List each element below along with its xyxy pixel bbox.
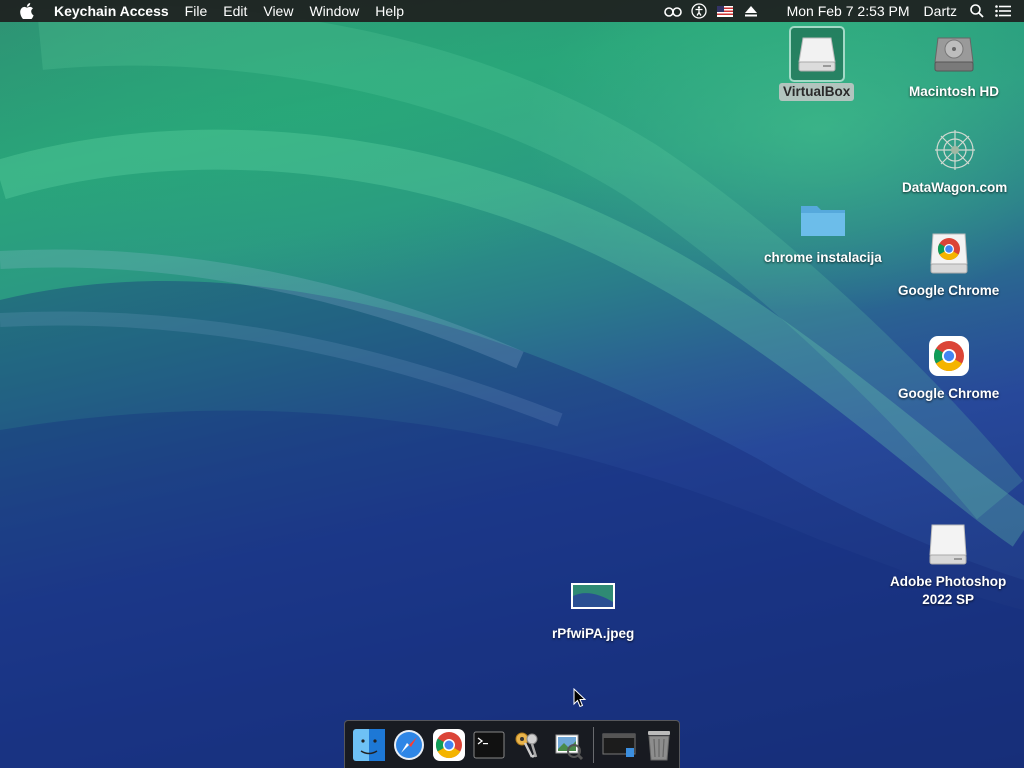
desktop-icon-label: chrome instalacija [764,250,882,265]
desktop-icon-label: rPfwiPA.jpeg [552,626,635,641]
chrome-icon [923,330,975,382]
chrome-icon [432,728,465,761]
dock-terminal[interactable] [471,727,507,763]
menu-app-name[interactable]: Keychain Access [46,0,177,22]
apple-menu-icon[interactable] [16,0,38,22]
binoculars-icon[interactable] [662,0,684,22]
folder-icon [797,194,849,246]
drive-icon [922,518,974,570]
desktop-icon-label: Google Chrome [898,386,1000,401]
preview-icon [555,734,584,760]
desktop-icon-macintosh-hd[interactable]: Macintosh HD [909,28,999,101]
dock-trash[interactable] [641,727,677,763]
dock [344,720,680,768]
dock-screen[interactable] [601,727,637,763]
menu-view[interactable]: View [255,0,301,22]
desktop-icon-adobe-photoshop[interactable]: Adobe Photoshop 2022 SP [890,518,1006,609]
accessibility-icon[interactable] [688,0,710,22]
menu-window[interactable]: Window [301,0,367,22]
user-name[interactable]: Dartz [917,0,964,22]
terminal-icon [473,731,505,758]
network-icon [929,124,981,176]
dock-google-chrome[interactable] [431,727,467,763]
desktop-icon-datawagon[interactable]: DataWagon.com [902,124,1007,197]
finder-icon [352,728,385,761]
desktop-icon-google-chrome[interactable]: Google Chrome [898,330,999,403]
mouse-cursor-icon [573,688,587,708]
desktop-icon-rpfwipa-jpeg[interactable]: rPfwiPA.jpeg [552,570,634,643]
desktop-icon-label: Adobe Photoshop 2022 SP [890,574,1007,607]
desktop-icon-label: Macintosh HD [909,84,1000,99]
dock-safari[interactable] [391,727,427,763]
dock-finder[interactable] [351,727,387,763]
wallpaper [0,5,1024,768]
clock[interactable]: Mon Feb 7 2:53 PM [780,0,917,22]
safari-icon [393,729,424,760]
hard-disk-icon [928,28,980,80]
chrome-drive-icon [923,227,975,279]
desktop-icon-label: DataWagon.com [902,180,1008,195]
image-file-icon [567,570,619,622]
desktop-icon-label: VirtualBox [779,83,855,101]
trash-icon [648,730,671,760]
desktop-icon-label: Google Chrome [898,283,1000,298]
dock-keychain-access[interactable] [511,727,547,763]
notification-center-icon[interactable] [992,0,1014,22]
desktop-icon-chrome-instalacija[interactable]: chrome instalacija [764,194,882,267]
menu-help[interactable]: Help [367,0,412,22]
eject-icon[interactable] [740,0,762,22]
keychain-icon [515,732,538,758]
desktop-icon-virtualbox[interactable]: VirtualBox [779,26,855,101]
search-icon[interactable] [966,0,988,22]
menu-file[interactable]: File [177,0,216,22]
menu-edit[interactable]: Edit [215,0,255,22]
flag-icon[interactable] [714,0,736,22]
dock-preview[interactable] [550,727,586,763]
desktop-icon-google-chrome-drive[interactable]: Google Chrome [898,227,999,300]
menu-bar: Keychain Access File Edit View Window He… [0,0,1024,22]
window-icon [602,733,636,757]
drive-icon [788,26,845,82]
dock-separator [593,726,595,763]
